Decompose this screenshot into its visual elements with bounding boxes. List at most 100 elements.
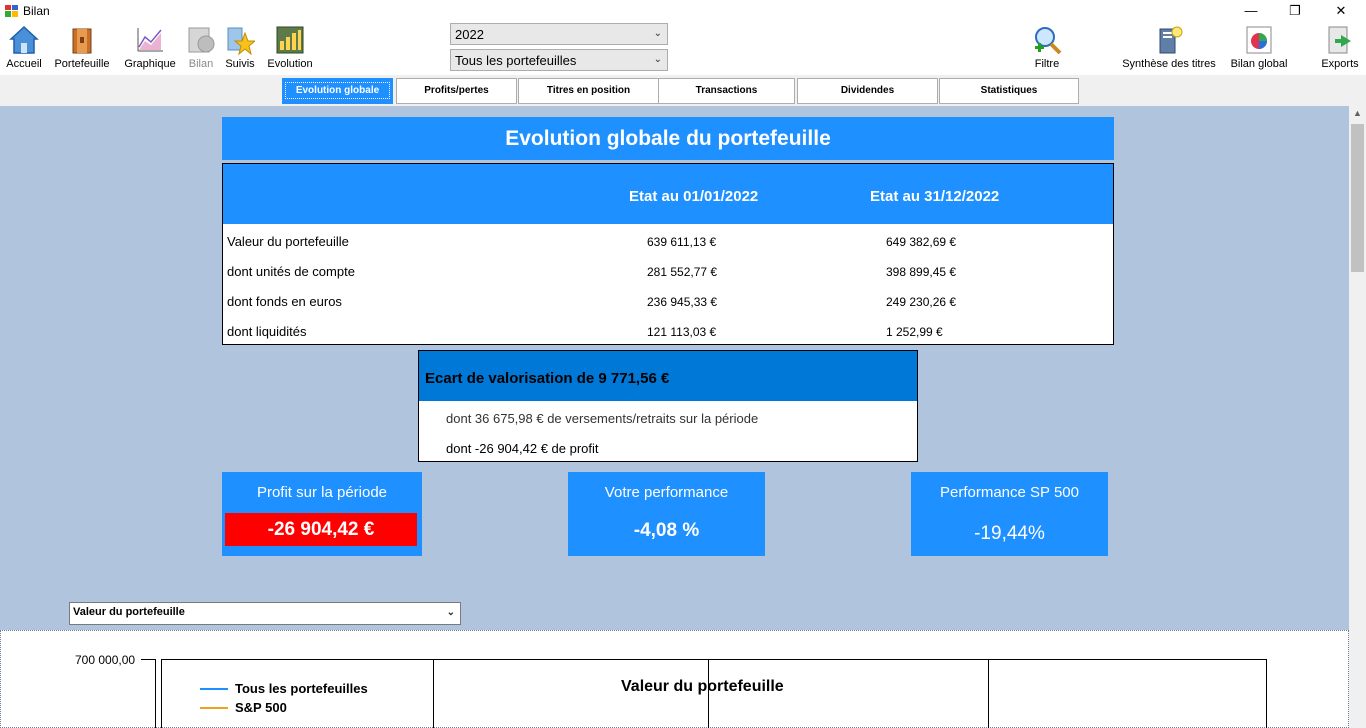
col-start-header: Etat au 01/01/2022: [629, 188, 759, 205]
toolbar-label: Suivis: [225, 58, 255, 70]
year-select-value: 2022: [455, 27, 484, 42]
chart-icon: [137, 28, 163, 52]
row-end-value: 1 252,99 €: [886, 325, 943, 339]
summary-row: dont fonds en euros 236 945,33 € 249 230…: [223, 286, 1113, 316]
portfolio-icon: [72, 28, 92, 54]
legend-label: Tous les portefeuilles: [235, 681, 368, 696]
row-label: dont liquidités: [227, 324, 307, 339]
tab-titres-en-position[interactable]: Titres en position: [518, 78, 659, 104]
balance-icon: [188, 27, 215, 53]
tab-statistiques[interactable]: Statistiques: [939, 78, 1079, 104]
toolbar-evolution-button[interactable]: Evolution: [263, 25, 317, 75]
close-button[interactable]: ✕: [1318, 0, 1364, 23]
minimize-button[interactable]: —: [1228, 0, 1274, 23]
chevron-down-icon: ⌄: [446, 607, 455, 618]
report-title: Evolution globale du portefeuille: [222, 117, 1114, 160]
star-icon: [227, 27, 255, 55]
toolbar-label: Accueil: [6, 58, 42, 70]
tab-label: Profits/pertes: [424, 85, 489, 96]
toolbar-label: Bilan global: [1230, 58, 1288, 70]
row-start-value: 236 945,33 €: [647, 295, 718, 309]
deposits-line: dont 36 675,98 € de versements/retraits …: [446, 411, 759, 426]
row-label: Valeur du portefeuille: [227, 234, 349, 249]
toolbar-label: Synthèse des titres: [1122, 58, 1216, 70]
evolution-icon: [276, 26, 304, 54]
export-icon: [1328, 26, 1351, 54]
valuation-gap-title: Ecart de valorisation de 9 771,56 €: [419, 351, 917, 401]
global-balance-icon: [1246, 26, 1272, 54]
legend-swatch: [200, 688, 228, 690]
tab-dividendes[interactable]: Dividendes: [797, 78, 938, 104]
toolbar-label: Exports: [1321, 58, 1359, 70]
portfolio-select[interactable]: Tous les portefeuilles ⌄: [450, 49, 668, 71]
y-axis: [155, 659, 156, 728]
toolbar-bilan-button[interactable]: Bilan: [184, 25, 218, 75]
restore-button[interactable]: ❐: [1272, 0, 1318, 23]
securities-summary-icon: [1159, 26, 1183, 54]
title-bar: Bilan — ❐ ✕: [0, 0, 1366, 23]
kpi-title: Votre performance: [604, 484, 729, 501]
toolbar-graphique-button[interactable]: Graphique: [120, 25, 180, 75]
y-tickmark: [141, 659, 155, 660]
scroll-up-icon[interactable]: ▲: [1353, 108, 1362, 118]
window-title: Bilan: [23, 4, 50, 18]
row-start-value: 639 611,13 €: [647, 235, 717, 249]
row-end-value: 249 230,26 €: [886, 295, 957, 309]
tab-strip: Evolution globale Profits/pertes Titres …: [0, 75, 1366, 106]
col-end-header: Etat au 31/12/2022: [870, 188, 1000, 205]
filter-magnifier-icon: [1035, 27, 1062, 55]
row-label: dont fonds en euros: [227, 294, 342, 309]
chart-panel: 700 000,00 Valeur du portefeuille Tous l…: [0, 630, 1349, 728]
portfolio-select-value: Tous les portefeuilles: [455, 53, 577, 68]
tab-label: Transactions: [695, 85, 758, 96]
chart-title: Valeur du portefeuille: [621, 678, 784, 695]
toolbar-label: Graphique: [124, 58, 176, 70]
profit-kpi-card: Profit sur la période -26 904,42 €: [222, 472, 422, 556]
row-start-value: 281 552,77 €: [647, 265, 718, 279]
toolbar-filtre-button[interactable]: Filtre: [1027, 25, 1067, 75]
toolbar-synthese-button[interactable]: Synthèse des titres: [1120, 25, 1218, 75]
kpi-value: -4,08 %: [633, 520, 700, 541]
year-select[interactable]: 2022 ⌄: [450, 23, 668, 45]
report-panel: Evolution globale du portefeuille Etat a…: [0, 106, 1349, 728]
gridline: [988, 660, 989, 728]
row-start-value: 121 113,03 €: [647, 325, 717, 339]
tab-transactions[interactable]: Transactions: [658, 78, 795, 104]
tab-profits-pertes[interactable]: Profits/pertes: [396, 78, 517, 104]
toolbar-bilan-global-button[interactable]: Bilan global: [1226, 25, 1292, 75]
summary-row: dont unités de compte 281 552,77 € 398 8…: [223, 256, 1113, 286]
row-label: dont unités de compte: [227, 264, 355, 279]
kpi-value: -19,44%: [974, 523, 1045, 544]
chart-metric-select[interactable]: Valeur du portefeuille ⌄: [69, 602, 461, 625]
toolbar-accueil-button[interactable]: Accueil: [3, 25, 45, 75]
metric-select-value: Valeur du portefeuille: [73, 606, 185, 618]
kpi-title: Profit sur la période: [256, 484, 388, 501]
gridline: [433, 660, 434, 728]
tab-label: Evolution globale: [284, 82, 391, 99]
chevron-down-icon: ⌄: [653, 54, 662, 65]
toolbar-portefeuille-button[interactable]: Portefeuille: [51, 25, 113, 75]
kpi-value: -26 904,42 €: [225, 513, 417, 546]
sp500-kpi-card: Performance SP 500 -19,44%: [911, 472, 1108, 556]
y-tick-label: 700 000,00: [75, 653, 136, 667]
scrollbar-thumb[interactable]: [1351, 124, 1364, 272]
toolbar-label: Portefeuille: [54, 58, 110, 70]
toolbar-suivis-button[interactable]: Suivis: [222, 25, 258, 75]
toolbar-exports-button[interactable]: Exports: [1318, 25, 1362, 75]
legend-item: S&P 500: [200, 700, 287, 715]
toolbar: Accueil Portefeuille Graphique Bilan Sui…: [0, 23, 1366, 75]
summary-row: Valeur du portefeuille 639 611,13 € 649 …: [223, 226, 1113, 256]
legend-label: S&P 500: [235, 700, 287, 715]
tab-label: Dividendes: [840, 85, 895, 96]
toolbar-label: Bilan: [188, 58, 214, 70]
performance-kpi-card: Votre performance -4,08 %: [568, 472, 765, 556]
vertical-scrollbar[interactable]: ▲: [1349, 106, 1366, 728]
profit-line: dont -26 904,42 € de profit: [446, 441, 599, 456]
legend-swatch: [200, 707, 228, 709]
summary-header: Etat au 01/01/2022 Etat au 31/12/2022: [223, 164, 1113, 224]
summary-table: Etat au 01/01/2022 Etat au 31/12/2022 Va…: [222, 163, 1114, 345]
tab-label: Statistiques: [980, 85, 1038, 96]
tab-label: Titres en position: [546, 85, 631, 96]
toolbar-label: Evolution: [267, 58, 313, 70]
tab-evolution-globale[interactable]: Evolution globale: [282, 78, 393, 104]
